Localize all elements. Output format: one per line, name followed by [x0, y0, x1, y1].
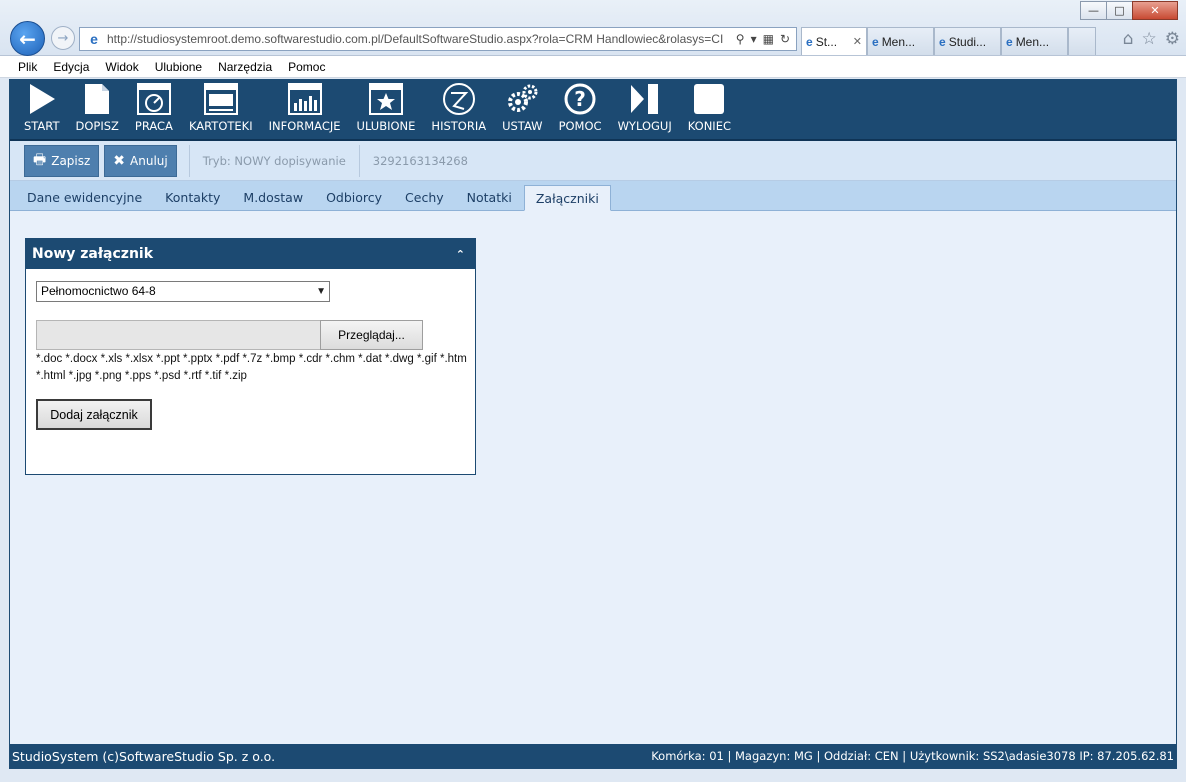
app-frame: START DOPISZ PRACA KARTOTEKI INFORMACJE: [9, 79, 1177, 769]
browser-tabs: e St... ✕ e Men... e Studi... e Men...: [801, 27, 1096, 55]
toolbar-ustaw[interactable]: USTAW: [494, 80, 550, 139]
gauge-icon: [136, 82, 171, 116]
gears-icon: [505, 82, 539, 116]
browser-tab[interactable]: e St... ✕: [801, 27, 867, 55]
collapse-icon[interactable]: ⌃: [456, 248, 465, 261]
history-icon: [442, 82, 476, 116]
window-controls: — □ ✕: [1080, 1, 1178, 20]
tab-zalaczniki[interactable]: Załączniki: [523, 185, 611, 211]
tab-m-dostaw[interactable]: M.dostaw: [232, 185, 314, 210]
compat-icon[interactable]: ▦: [763, 32, 774, 46]
maximize-icon[interactable]: □: [1106, 1, 1133, 20]
forward-icon[interactable]: →: [51, 26, 75, 50]
menu-widok[interactable]: Widok: [105, 60, 138, 74]
browser-tab[interactable]: e Men...: [1001, 27, 1068, 55]
toolbar-wyloguj[interactable]: WYLOGUJ: [610, 80, 680, 139]
cancel-button[interactable]: ✖ Anuluj: [104, 144, 177, 177]
tab-cechy[interactable]: Cechy: [394, 185, 455, 210]
save-button[interactable]: 🖶 Zapisz: [24, 144, 100, 177]
address-url[interactable]: http://studiosystemroot.demo.softwarestu…: [107, 32, 736, 46]
tab-odbiorcy[interactable]: Odbiorcy: [315, 185, 393, 210]
toolbar-ulubione[interactable]: ULUBIONE: [349, 80, 424, 139]
session-info: Komórka: 01 | Magazyn: MG | Oddział: CEN…: [651, 749, 1174, 763]
new-attachment-panel: Nowy załącznik ⌃ Pełnomocnictwo 64-8 ▼ P…: [25, 238, 476, 475]
ie-tab-icon: e: [1006, 34, 1013, 49]
panel-header: Nowy załącznik ⌃: [26, 239, 475, 269]
toolbar-kartoteki[interactable]: KARTOTEKI: [181, 80, 261, 139]
browser-tab[interactable]: e Men...: [867, 27, 934, 55]
ie-tab-icon: e: [872, 34, 879, 49]
close-window-icon[interactable]: ✕: [1132, 1, 1178, 20]
toolbar-informacje[interactable]: INFORMACJE: [261, 80, 349, 139]
dropdown-icon[interactable]: ▾: [751, 32, 757, 46]
save-icon: 🖶: [33, 151, 47, 168]
separator: [188, 144, 190, 177]
menu-narzedzia[interactable]: Narzędzia: [218, 60, 272, 74]
browser-tab[interactable]: e Studi...: [934, 27, 1001, 55]
status-bar: StudioSystem (c)SoftwareStudio Sp. z o.o…: [10, 744, 1176, 768]
menu-pomoc[interactable]: Pomoc: [288, 60, 325, 74]
browser-chrome: — □ ✕ ← → e http://studiosystemroot.demo…: [0, 0, 1186, 56]
browse-button[interactable]: Przeglądaj...: [320, 320, 423, 350]
mode-text: Tryb: NOWY dopisywanie: [202, 153, 346, 168]
svg-text:?: ?: [574, 87, 586, 111]
settings-gear-icon[interactable]: ⚙: [1165, 29, 1180, 49]
record-tabs: Dane ewidencyjne Kontakty M.dostaw Odbio…: [10, 181, 1176, 211]
help-icon: ?: [564, 82, 596, 116]
refresh-icon[interactable]: ↻: [780, 32, 790, 46]
stop-icon: [693, 82, 725, 116]
menu-edycja[interactable]: Edycja: [53, 60, 89, 74]
toolbar-koniec[interactable]: KONIEC: [680, 80, 739, 139]
allowed-extensions: *.doc *.docx *.xls *.xlsx *.ppt *.pptx *…: [36, 353, 467, 382]
ie-page-icon: e: [90, 31, 98, 47]
ie-tab-icon: e: [939, 34, 946, 49]
tab-dane-ewidencyjne[interactable]: Dane ewidencyjne: [16, 185, 153, 210]
minimize-icon[interactable]: —: [1080, 1, 1107, 20]
window-icon: [203, 82, 238, 116]
toolbar-praca[interactable]: PRACA: [127, 80, 181, 139]
new-tab-button[interactable]: [1068, 27, 1096, 55]
main-toolbar: START DOPISZ PRACA KARTOTEKI INFORMACJE: [10, 80, 1176, 141]
logout-icon: [630, 82, 660, 116]
toolbar-pomoc[interactable]: ? POMOC: [551, 80, 610, 139]
file-path-input[interactable]: [36, 320, 321, 350]
record-id: 3292163134268: [372, 153, 468, 168]
toolbar-dopisz[interactable]: DOPISZ: [67, 80, 126, 139]
ie-tab-icon: e: [806, 34, 813, 49]
browser-menubar: Plik Edycja Widok Ulubione Narzędzia Pom…: [0, 56, 1186, 78]
tab-kontakty[interactable]: Kontakty: [154, 185, 231, 210]
action-bar: 🖶 Zapisz ✖ Anuluj Tryb: NOWY dopisywanie…: [10, 141, 1176, 181]
chart-icon: [287, 82, 322, 116]
close-tab-icon[interactable]: ✕: [853, 35, 862, 48]
document-icon: [84, 82, 110, 116]
copyright-text: StudioSystem (c)SoftwareStudio Sp. z o.o…: [12, 748, 276, 764]
cancel-icon: ✖: [113, 152, 126, 169]
attachment-type-select[interactable]: Pełnomocnictwo 64-8 ▼: [36, 281, 330, 302]
add-attachment-button[interactable]: Dodaj załącznik: [36, 399, 152, 430]
back-icon[interactable]: ←: [10, 21, 45, 56]
menu-plik[interactable]: Plik: [18, 60, 37, 74]
home-icon[interactable]: ⌂: [1123, 29, 1134, 49]
star-icon: [368, 82, 403, 116]
address-bar[interactable]: e http://studiosystemroot.demo.softwares…: [79, 27, 797, 51]
menu-ulubione[interactable]: Ulubione: [155, 60, 202, 74]
toolbar-start[interactable]: START: [16, 80, 67, 139]
toolbar-historia[interactable]: HISTORIA: [423, 80, 494, 139]
panel-title: Nowy załącznik: [32, 246, 154, 262]
play-icon: [27, 82, 57, 116]
search-icon[interactable]: ⚲: [736, 32, 745, 46]
tab-notatki[interactable]: Notatki: [456, 185, 523, 210]
chevron-down-icon: ▼: [316, 286, 326, 297]
favorites-star-icon[interactable]: ☆: [1142, 29, 1157, 49]
separator: [358, 144, 360, 177]
